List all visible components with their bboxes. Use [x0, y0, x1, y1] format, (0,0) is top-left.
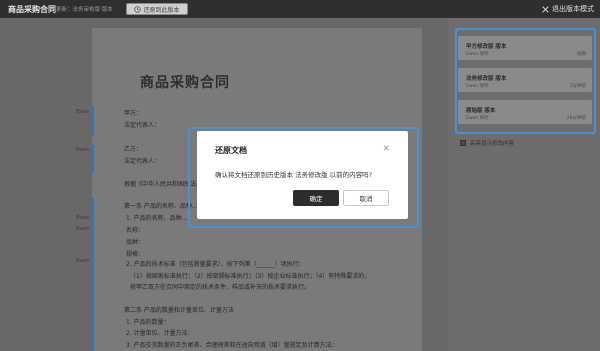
doc-line: 2. 产品的技术标准（包括质量要求），按下列第（______）项执行：: [126, 261, 305, 268]
close-icon[interactable]: ✕: [382, 144, 390, 154]
dialog-message: 确认将文档还原到历史版本 法务修改版 以前的内容吗?: [215, 171, 373, 179]
version-subtitle: 更新：法务审核版 版本: [56, 7, 113, 13]
exit-version-mode-button[interactable]: 退出版本模式: [542, 4, 594, 14]
change-marker: [92, 198, 94, 351]
doc-line: 1. 产品的数量：: [126, 319, 170, 326]
top-bar: 商品采购合同 更新：法务审核版 版本 还原到此版本 退出版本模式: [0, 0, 600, 18]
exit-version-mode-label: 退出版本模式: [552, 5, 594, 13]
doc-line: 法定代表人：: [124, 122, 161, 129]
margin-author-label: Ewen: [76, 109, 90, 115]
margin-author-label: Ewen: [76, 215, 90, 221]
doc-line: 第一条 产品的名称、品种...: [124, 203, 198, 210]
doc-line: 甲方：: [124, 110, 143, 117]
doc-line: 名称：: [126, 227, 145, 234]
doc-line: 法定代表人：: [124, 158, 161, 165]
doc-line: 3. 产品交货数量的正负尾差、合理磅差和在途自然减（增）量规定及计算方法：: [126, 342, 338, 349]
highlight-changes-toggle[interactable]: 高亮显示修改内容: [460, 139, 514, 147]
doc-line: 按甲乙双方在合同中商定的技术条件、样品或补充的技术要求执行。: [130, 284, 311, 291]
history-icon: [134, 5, 142, 13]
doc-line: 2. 计量单位、计量方法：: [126, 330, 194, 337]
document-title: 商品采购合同: [140, 75, 230, 91]
margin-author-label: Ewen: [76, 258, 90, 264]
restore-confirm-dialog: 还原文档 ✕ 确认将文档还原到历史版本 法务修改版 以前的内容吗? 确定 取消: [197, 131, 408, 219]
version-list-highlight: [455, 28, 596, 134]
margin-author-label: Ewen: [76, 226, 90, 232]
cancel-button[interactable]: 取消: [343, 190, 389, 206]
restore-version-label: 还原到此版本: [143, 6, 180, 14]
doc-line: 品种：: [126, 239, 145, 246]
change-marker: [92, 106, 94, 136]
doc-line: （1）按国家标准执行；（2）按部颁标准执行；（3）按企业标准执行；（4）有特殊要…: [130, 273, 371, 280]
doc-line: 规格：: [126, 251, 145, 258]
restore-version-button[interactable]: 还原到此版本: [126, 3, 188, 15]
highlight-changes-label: 高亮显示修改内容: [470, 141, 515, 147]
dialog-title: 还原文档: [215, 146, 247, 155]
confirm-button[interactable]: 确定: [293, 190, 339, 206]
close-icon: [542, 5, 549, 13]
checkbox[interactable]: [460, 140, 466, 146]
doc-line: 第二条 产品的数量和计量单位、计量方法: [124, 307, 234, 314]
doc-line: 乙方：: [124, 146, 143, 153]
doc-line: 1. 产品的名称、品种...: [126, 215, 188, 222]
change-marker: [92, 143, 94, 173]
margin-author-label: Ewen: [76, 147, 90, 153]
app-title: 商品采购合同: [8, 5, 56, 14]
